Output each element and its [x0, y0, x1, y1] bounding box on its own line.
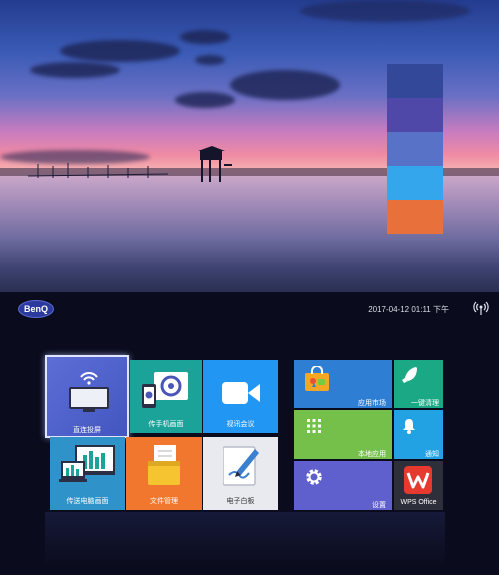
video-camera-icon: [222, 382, 260, 404]
cloud: [300, 0, 470, 22]
tile-file-manager-label: 文件管理: [150, 498, 178, 505]
tile-local-apps-label: 本地应用: [358, 451, 386, 458]
cloud: [60, 40, 180, 62]
wireless-icon: [473, 301, 489, 315]
cloud: [195, 55, 225, 65]
tile-pc-cast-label: 传送电脑画面: [66, 498, 109, 505]
tile-settings[interactable]: 设置: [294, 461, 392, 510]
whiteboard-pen-icon: [223, 446, 259, 486]
tile-video-conference[interactable]: 视讯会议: [203, 360, 278, 433]
benq-logo: BenQ: [18, 300, 54, 318]
tile-whiteboard-label: 电子白板: [226, 498, 255, 505]
tile-wps-office[interactable]: WPS Office: [394, 461, 443, 510]
cloud: [180, 30, 230, 44]
status-ampm: 下午: [433, 305, 449, 314]
tile-settings-label: 设置: [372, 502, 386, 509]
tile-one-key-clean[interactable]: 一键清理: [394, 360, 443, 408]
tile-local-apps[interactable]: 本地应用: [294, 410, 392, 459]
status-datetime: 2017-04-12 01:11 下午: [368, 304, 449, 315]
tile-video-conference-label: 视讯会议: [226, 421, 255, 428]
tile-notifications-label: 通知: [425, 451, 439, 458]
palette-swatch: [387, 98, 443, 132]
tile-pc-cast[interactable]: 传送电脑画面: [50, 437, 125, 510]
tile-file-manager[interactable]: 文件管理: [126, 437, 202, 510]
tile-wps-office-label: WPS Office: [400, 499, 437, 506]
cloud: [175, 92, 235, 108]
wireless-tv-icon: [69, 372, 109, 412]
tile-one-key-clean-label: 一键清理: [411, 400, 439, 407]
shopping-bag-icon: [305, 366, 329, 391]
bell-icon: [403, 419, 415, 434]
status-date: 2017-04-12 01:11: [368, 305, 431, 314]
tile-reflection: [45, 512, 445, 568]
folder-icon: [148, 445, 180, 485]
tile-phone-cast[interactable]: 传手机画面: [130, 360, 202, 433]
palette-swatch: [387, 64, 443, 98]
palette-swatch: [387, 200, 443, 234]
tile-whiteboard[interactable]: 电子白板: [203, 437, 278, 510]
tile-direct-cast-label: 直连投屏: [73, 427, 101, 434]
palette-swatch: [387, 166, 443, 200]
tile-direct-cast[interactable]: 直连投屏: [45, 355, 129, 438]
phone-cast-icon: [142, 372, 188, 408]
tile-notifications[interactable]: 通知: [394, 410, 443, 459]
wallpaper-preview: [0, 0, 499, 292]
stilt-hut-silhouette: [198, 146, 232, 182]
fishing-poles-silhouette: [28, 163, 168, 178]
color-palette: [387, 64, 443, 234]
cloud: [30, 62, 120, 78]
cloud: [230, 70, 340, 100]
gear-icon: [306, 469, 322, 485]
tile-phone-cast-label: 传手机画面: [148, 421, 184, 428]
wps-logo-icon: [404, 466, 432, 494]
rocket-icon: [402, 367, 417, 383]
palette-swatch: [387, 132, 443, 166]
tile-app-market[interactable]: 应用市场: [294, 360, 392, 408]
grid-icon: [307, 419, 321, 433]
tile-app-market-label: 应用市场: [358, 400, 386, 407]
computer-cast-icon: [59, 445, 115, 482]
